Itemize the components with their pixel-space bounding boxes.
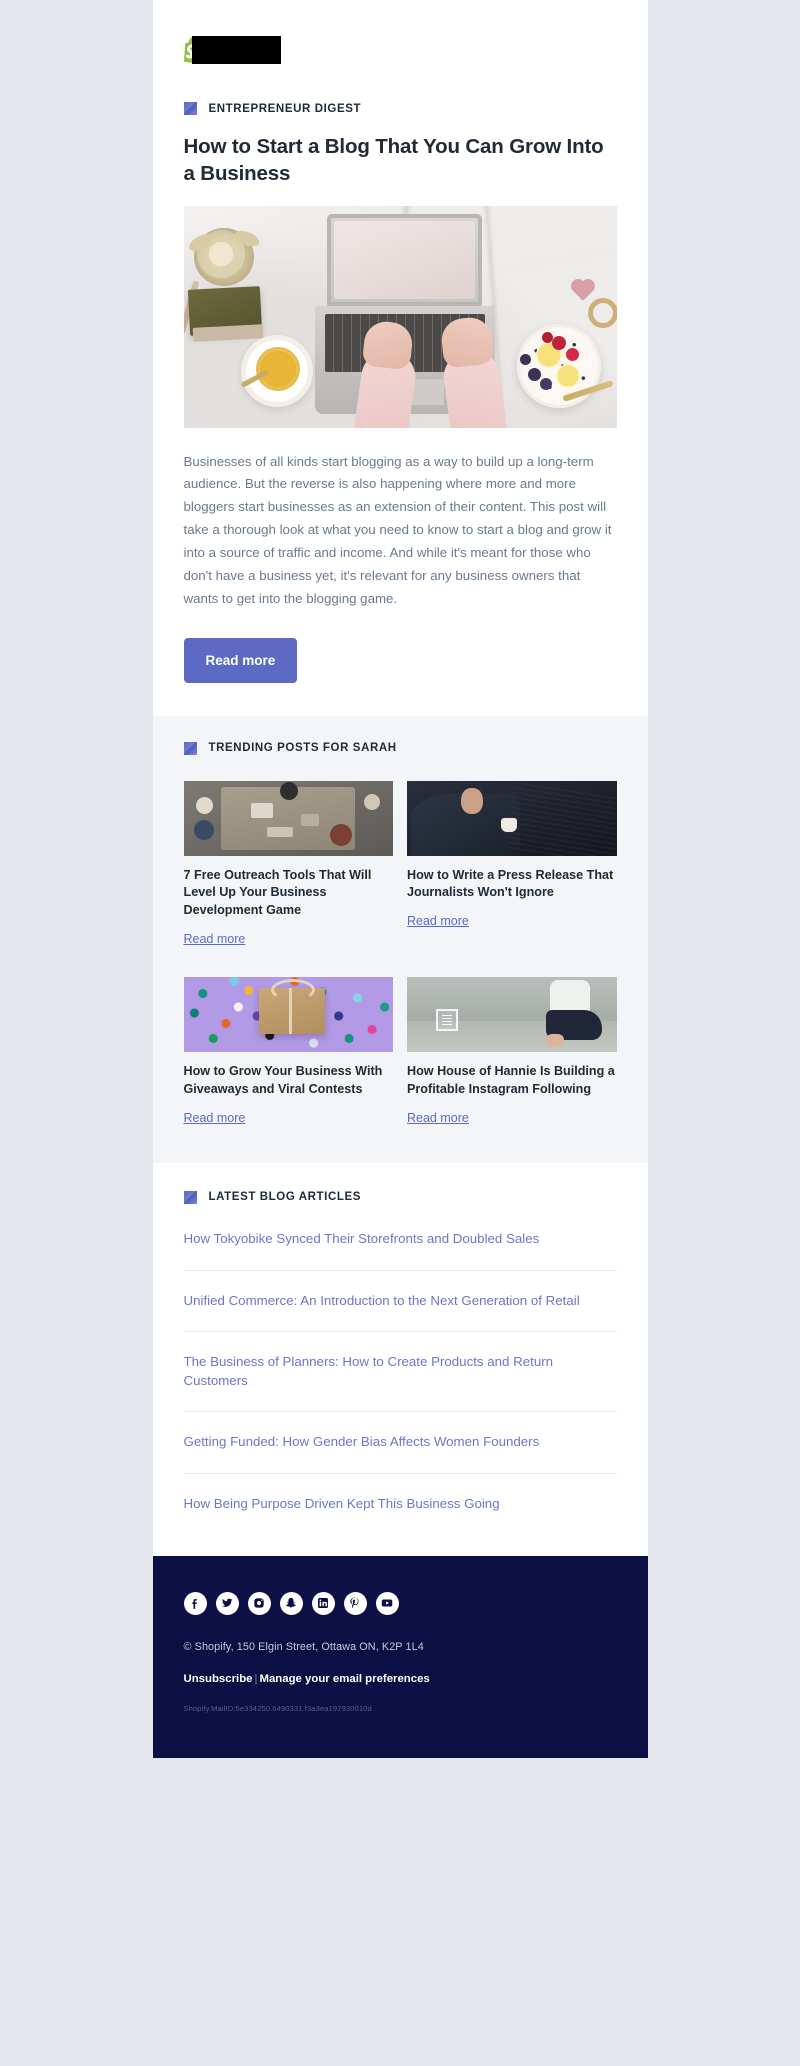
- trending-card-title: How House of Hannie Is Building a Profit…: [407, 1064, 615, 1097]
- trending-card[interactable]: 7 Free Outreach Tools That Will Level Up…: [183, 780, 393, 949]
- logo-row: [183, 20, 617, 80]
- hero-image: [183, 205, 617, 428]
- logo-redaction-bar: [191, 36, 281, 64]
- article-list: How Tokyobike Synced Their Storefronts a…: [183, 1230, 617, 1518]
- list-item[interactable]: Unified Commerce: An Introduction to the…: [183, 1271, 617, 1333]
- strawberry: [551, 335, 566, 350]
- book-decor-2: [192, 323, 263, 342]
- pinterest-icon[interactable]: [343, 1591, 367, 1615]
- laptop-screen: [326, 213, 482, 306]
- instagram-icon[interactable]: [247, 1591, 271, 1615]
- facebook-icon[interactable]: [183, 1591, 207, 1615]
- twitter-icon[interactable]: [215, 1591, 239, 1615]
- trending-card-read-more[interactable]: Read more: [407, 914, 469, 928]
- trending-card-read-more[interactable]: Read more: [407, 1111, 469, 1125]
- trending-card[interactable]: How to Write a Press Release That Journa…: [407, 780, 617, 949]
- trending-card-title: How to Grow Your Business With Giveaways…: [183, 1064, 383, 1097]
- email-screenshot: ENTREPRENEUR DIGEST How to Start a Blog …: [0, 0, 800, 2066]
- hero-kicker: ENTREPRENEUR DIGEST: [183, 102, 617, 115]
- hero-body-text: Businesses of all kinds start blogging a…: [183, 453, 612, 606]
- ring-decor: [587, 297, 617, 328]
- strawberry: [541, 331, 553, 343]
- linkedin-icon[interactable]: [311, 1591, 335, 1615]
- social-links: [183, 1591, 617, 1615]
- hero-title: How to Start a Blog That You Can Grow In…: [183, 135, 604, 186]
- trending-card-thumbnail[interactable]: [183, 977, 393, 1053]
- trending-card-thumbnail[interactable]: [407, 780, 617, 856]
- trending-card-title: How to Write a Press Release That Journa…: [407, 867, 614, 900]
- footer-mail-id: Shopify.MailID:5e334250.6490331.f3a3ea19…: [183, 1703, 372, 1713]
- trending-card[interactable]: How to Grow Your Business With Giveaways…: [183, 977, 393, 1127]
- latest-articles-section: LATEST BLOG ARTICLES How Tokyobike Synce…: [152, 1162, 648, 1556]
- blueberry: [539, 377, 552, 390]
- trending-section: TRENDING POSTS FOR SARAH 7 Free Outreach…: [152, 715, 648, 1163]
- trending-grid: 7 Free Outreach Tools That Will Level Up…: [183, 780, 617, 1127]
- plant-decor: [193, 227, 254, 286]
- strawberry: [565, 347, 579, 361]
- latest-heading: LATEST BLOG ARTICLES: [183, 1190, 617, 1204]
- list-item[interactable]: How Being Purpose Driven Kept This Busin…: [184, 1474, 617, 1518]
- trending-card-thumbnail[interactable]: [407, 977, 617, 1053]
- hero-read-more-button[interactable]: Read more: [183, 637, 298, 683]
- trending-card-title: 7 Free Outreach Tools That Will Level Up…: [183, 867, 372, 918]
- trending-card-read-more[interactable]: Read more: [184, 932, 246, 946]
- email-container: ENTREPRENEUR DIGEST How to Start a Blog …: [152, 0, 648, 1758]
- latest-heading-label: LATEST BLOG ARTICLES: [208, 1191, 362, 1204]
- section-marker-icon: [183, 102, 197, 115]
- shopify-logo[interactable]: [183, 36, 281, 64]
- teacup-decor: [255, 346, 300, 391]
- hero-kicker-label: ENTREPRENEUR DIGEST: [208, 102, 362, 115]
- manage-preferences-link[interactable]: Manage your email preferences: [259, 1673, 429, 1685]
- lemon-slice: [555, 363, 580, 388]
- list-item[interactable]: How Tokyobike Synced Their Storefronts a…: [183, 1230, 617, 1271]
- blueberry: [519, 353, 531, 365]
- email-footer: © Shopify, 150 Elgin Street, Ottawa ON, …: [152, 1555, 648, 1758]
- blueberry: [527, 367, 541, 381]
- trending-heading: TRENDING POSTS FOR SARAH: [183, 741, 617, 755]
- section-marker-icon: [183, 1190, 197, 1204]
- trending-card[interactable]: How House of Hannie Is Building a Profit…: [407, 977, 617, 1127]
- hero-section: ENTREPRENEUR DIGEST How to Start a Blog …: [152, 0, 648, 716]
- list-item[interactable]: The Business of Planners: How to Create …: [183, 1332, 617, 1413]
- unsubscribe-link[interactable]: Unsubscribe: [184, 1673, 253, 1685]
- section-marker-icon: [183, 741, 197, 755]
- trending-heading-label: TRENDING POSTS FOR SARAH: [208, 742, 397, 755]
- footer-address: © Shopify, 150 Elgin Street, Ottawa ON, …: [183, 1640, 424, 1653]
- youtube-icon[interactable]: [375, 1591, 399, 1615]
- trending-card-read-more[interactable]: Read more: [184, 1111, 246, 1125]
- snapchat-icon[interactable]: [279, 1591, 303, 1615]
- list-item[interactable]: Getting Funded: How Gender Bias Affects …: [183, 1412, 617, 1474]
- trending-card-thumbnail[interactable]: [183, 780, 393, 856]
- footer-links: Unsubscribe | Manage your email preference…: [184, 1673, 617, 1685]
